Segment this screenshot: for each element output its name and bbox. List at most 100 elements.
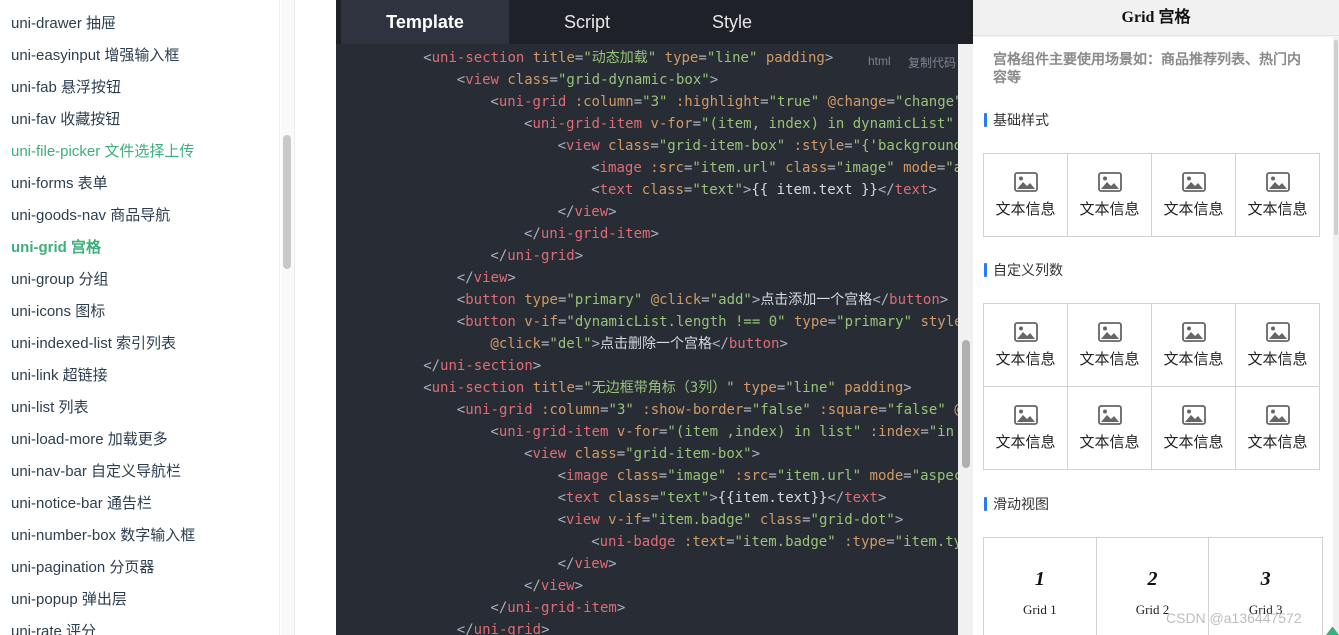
grid-item-text: 文本信息	[995, 434, 1056, 451]
code-token: :index	[861, 424, 921, 440]
sidebar-list: uni-drawer 抽屉 uni-easyinput 增强输入框 uni-fab …	[0, 8, 195, 635]
code-token: @click	[490, 336, 541, 352]
sidebar-item[interactable]: uni-notice-bar 通告栏	[0, 488, 195, 520]
grid-item-text: 文本信息	[995, 201, 1056, 218]
grid-item[interactable]: 文本信息	[984, 387, 1068, 470]
sidebar-item[interactable]: uni-link 超链接	[0, 360, 195, 392]
code-token: </	[872, 292, 890, 308]
code-token: "text"	[658, 490, 710, 506]
tab-script[interactable]: Script	[522, 0, 652, 44]
grid-item[interactable]: 文本信息	[1152, 387, 1236, 470]
sidebar-item[interactable]: uni-icons 图标	[0, 296, 195, 328]
sidebar-item[interactable]: uni-indexed-list 索引列表	[0, 328, 195, 360]
grid-item[interactable]: 文本信息	[984, 154, 1068, 237]
code-token: <	[456, 314, 466, 330]
code-token: "true"	[768, 94, 820, 110]
code-line: <uni-section title="无边框带角标（3列）" type="li…	[336, 377, 958, 399]
code-token: text	[566, 490, 600, 506]
sidebar-item[interactable]: uni-number-box 数字输入框	[0, 520, 195, 552]
code-token: "image"	[835, 160, 895, 176]
grid-item[interactable]: 文本信息	[1068, 387, 1152, 470]
code-token: "grid-dynamic-box"	[557, 72, 710, 88]
code-token: uni-grid	[507, 248, 575, 264]
sidebar-scrollbar-track[interactable]	[281, 0, 295, 635]
code-token: uni-section	[431, 380, 525, 396]
preview-title: Grid 宫格	[973, 0, 1339, 36]
grid-item[interactable]: 文本信息	[1068, 154, 1152, 237]
sidebar-item[interactable]: uni-fav 收藏按钮	[0, 104, 195, 136]
code-token: "grid-item-box"	[625, 446, 752, 462]
sidebar-item[interactable]: uni-goods-nav 商品导航	[0, 200, 195, 232]
code-token: "3"	[608, 402, 634, 418]
code-token: :highlight	[667, 94, 761, 110]
image-icon	[1265, 171, 1290, 192]
code-token: :style	[785, 138, 845, 154]
swipe-item-label: Grid 1	[1023, 602, 1057, 617]
grid-item[interactable]: 文本信息	[1068, 304, 1152, 387]
code-token: @change	[819, 94, 887, 110]
sidebar-item[interactable]: uni-nav-bar 自定义导航栏	[0, 456, 195, 488]
grid-item[interactable]: 文本信息	[984, 304, 1068, 387]
code-token: view	[566, 512, 600, 528]
code-line: <button v-if="dynamicList.length !== 0" …	[336, 311, 958, 333]
tab-style[interactable]: Style	[668, 0, 796, 44]
grid-item[interactable]: 文本信息	[1236, 387, 1320, 470]
grid-item[interactable]: 文本信息	[1152, 154, 1236, 237]
code-scrollbar-thumb[interactable]	[962, 340, 970, 468]
code-token: >	[541, 622, 550, 635]
sidebar-item[interactable]: uni-group 分组	[0, 264, 195, 296]
code-token: <	[557, 468, 567, 484]
code-token: =	[827, 160, 836, 176]
code-token: "3"	[642, 94, 668, 110]
copy-code-button[interactable]: 复制代码	[908, 54, 956, 71]
sidebar-item[interactable]: uni-load-more 加载更多	[0, 424, 195, 456]
grid-custom-columns: 文本信息 文本信息 文本信息 文本信息 文本信息 文本信息 文本信息 文本信息	[983, 303, 1320, 470]
code-token: =	[633, 94, 643, 110]
sidebar-item[interactable]: uni-easyinput 增强输入框	[0, 40, 195, 72]
sidebar-item[interactable]: uni-grid 宫格	[0, 232, 195, 264]
code-token: =	[600, 402, 609, 418]
code-token: view	[532, 446, 567, 462]
code-token: uni-grid-item	[507, 600, 617, 616]
code-token: {{ item.text }}	[751, 182, 878, 198]
tab-template[interactable]: Template	[341, 0, 509, 44]
code-token: "item.ty	[894, 534, 958, 550]
code-token: view	[574, 556, 609, 572]
sidebar-item[interactable]: uni-rate 评分	[0, 616, 195, 635]
back-to-top-icon[interactable]	[1326, 627, 1339, 635]
sidebar-item[interactable]: uni-drawer 抽屉	[0, 8, 195, 40]
sidebar-item[interactable]: uni-list 列表	[0, 392, 195, 424]
code-token: class	[633, 182, 684, 198]
watermark: CSDN @a136447572	[1166, 610, 1302, 626]
sidebar-item[interactable]: uni-popup 弹出层	[0, 584, 195, 616]
code-token: <	[557, 490, 567, 506]
code-token: v-for	[642, 116, 693, 132]
grid-item-text: 文本信息	[1163, 351, 1224, 368]
preview-body: 基础样式 文本信息 文本信息 文本信息 文本信息 自定义列数 文本信息 文本信息 文本信息…	[973, 97, 1333, 635]
code-token: </	[423, 358, 441, 374]
code-line: </uni-grid>	[336, 245, 958, 267]
code-token: =	[698, 50, 707, 66]
code-token: "aspec	[911, 468, 958, 484]
sidebar-item[interactable]: uni-file-picker 文件选择上传	[0, 136, 195, 168]
sidebar-item[interactable]: uni-forms 表单	[0, 168, 195, 200]
code-token: uni-badge	[599, 534, 676, 550]
code-token: "动态加载"	[583, 50, 657, 66]
sidebar-scrollbar-thumb[interactable]	[283, 135, 291, 269]
code-token: title	[524, 50, 575, 66]
code-token: class	[566, 446, 617, 462]
grid-item[interactable]: 文本信息	[1236, 154, 1320, 237]
sidebar-item[interactable]: uni-pagination 分页器	[0, 552, 195, 584]
code-token: =	[692, 116, 702, 132]
swipe-grid-item[interactable]: 1 Grid 1	[984, 538, 1097, 635]
preview-scrollbar-thumb[interactable]	[1334, 40, 1338, 235]
sidebar-item[interactable]: uni-fab 悬浮按钮	[0, 72, 195, 104]
code-token: =	[768, 468, 777, 484]
code-token: =	[776, 380, 786, 396]
code-token: type	[734, 380, 777, 396]
code-token: "(item, index) in dynamicList"	[701, 116, 954, 132]
code-token: "primary"	[566, 292, 643, 308]
grid-item[interactable]: 文本信息	[1236, 304, 1320, 387]
grid-item[interactable]: 文本信息	[1152, 304, 1236, 387]
code-token: image	[599, 160, 642, 176]
